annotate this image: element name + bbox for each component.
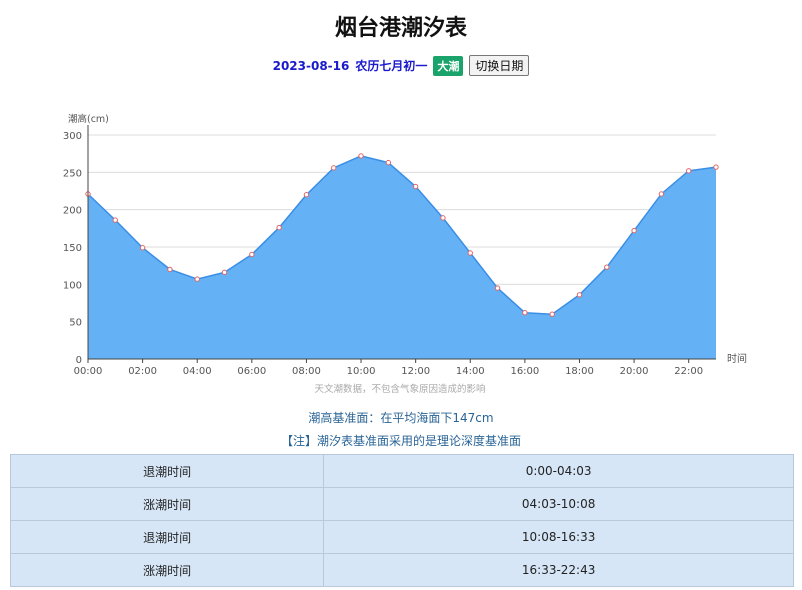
x-tick-label: 12:00 [401, 366, 430, 377]
x-tick-label: 06:00 [237, 366, 266, 377]
tide-data-point [139, 245, 146, 251]
tide-data-point [440, 215, 446, 221]
tide-phase-time: 04:03-10:08 [323, 487, 794, 521]
y-tick-label: 50 [69, 318, 82, 329]
tide-phase-label: 涨潮时间 [9, 553, 325, 587]
tide-phase-label: 退潮时间 [9, 454, 325, 488]
x-tick-label: 14:00 [456, 366, 485, 377]
tide-data-point [358, 153, 364, 159]
y-tick-label: 100 [63, 280, 82, 291]
y-tick-label: 0 [76, 355, 82, 366]
table-row: 涨潮时间 16:33-22:43 [9, 553, 794, 587]
lunar-date: 农历七月初一 [355, 59, 428, 73]
tide-data-point [685, 168, 692, 174]
tide-data-point [385, 159, 392, 166]
tide-chart: 0 50 100 150 200 250 300 00:00 02:00 04:00 06:00 08… [63, 113, 747, 395]
y-axis-label: 潮高(cm) [68, 113, 109, 125]
tide-phase-label: 退潮时间 [9, 520, 325, 554]
table-row: 退潮时间 0:00-04:03 [9, 454, 794, 488]
tide-table: 退潮时间 0:00-04:03 涨潮时间 04:03-10:08 退潮时间 10… [9, 454, 794, 587]
x-tick-label: 16:00 [510, 366, 539, 377]
page-title: 烟台港潮汐表 [334, 16, 467, 41]
y-tick-label: 250 [63, 168, 82, 179]
tide-type-badge: 大潮 [433, 55, 464, 76]
tide-data-point [494, 285, 501, 291]
x-tick-label: 18:00 [565, 366, 594, 377]
x-axis-label: 时间 [727, 352, 747, 365]
tide-data-point [221, 269, 228, 276]
x-tick-label: 22:00 [674, 366, 703, 377]
x-tick-label: 04:00 [183, 366, 212, 377]
x-tick-label: 10:00 [347, 366, 376, 377]
tide-data-point [604, 264, 610, 270]
datum-text: 潮高基准面：在平均海面下147cm [308, 411, 494, 425]
tide-phase-label: 涨潮时间 [9, 487, 325, 521]
tide-data-point [194, 276, 200, 282]
tide-data-point [112, 217, 119, 223]
y-tick-label: 150 [63, 243, 82, 254]
y-tick-label: 300 [63, 131, 82, 142]
tide-data-point [412, 183, 419, 190]
tide-area [88, 155, 716, 359]
tide-phase-time: 16:33-22:43 [323, 553, 794, 587]
tide-data-point [576, 292, 583, 298]
tide-phase-time: 0:00-04:03 [323, 454, 794, 488]
x-tick-label: 08:00 [292, 366, 321, 377]
chart-subtitle: 天文潮数据，不包含气象原因造成的影响 [314, 383, 485, 395]
tide-data-point [276, 224, 282, 231]
solar-date: 2023-08-16 [272, 58, 350, 73]
tide-data-point [631, 227, 637, 234]
x-tick-label: 00:00 [74, 366, 103, 377]
table-row: 退潮时间 10:08-16:33 [9, 520, 794, 554]
date-bar: 2023-08-16 农历七月初一 大潮 切换日期 [0, 55, 802, 76]
tide-data-point [167, 266, 173, 273]
tide-data-point [522, 310, 528, 316]
tide-data-point [658, 191, 665, 197]
tide-data-point [467, 250, 473, 256]
x-tick-label: 02:00 [128, 366, 157, 377]
tide-data-point [303, 192, 310, 198]
tide-data-point [713, 164, 719, 170]
tide-data-point [331, 165, 337, 171]
table-row: 涨潮时间 04:03-10:08 [9, 487, 794, 521]
switch-date-button[interactable]: 切换日期 [469, 55, 530, 76]
tide-data-point [549, 311, 555, 317]
tide-data-point [249, 251, 255, 258]
datum-note: 【注】潮汐表基准面采用的是理论深度基准面 [280, 434, 521, 448]
tide-phase-time: 10:08-16:33 [323, 520, 794, 554]
x-tick-label: 20:00 [620, 366, 649, 377]
y-tick-label: 200 [63, 206, 82, 217]
